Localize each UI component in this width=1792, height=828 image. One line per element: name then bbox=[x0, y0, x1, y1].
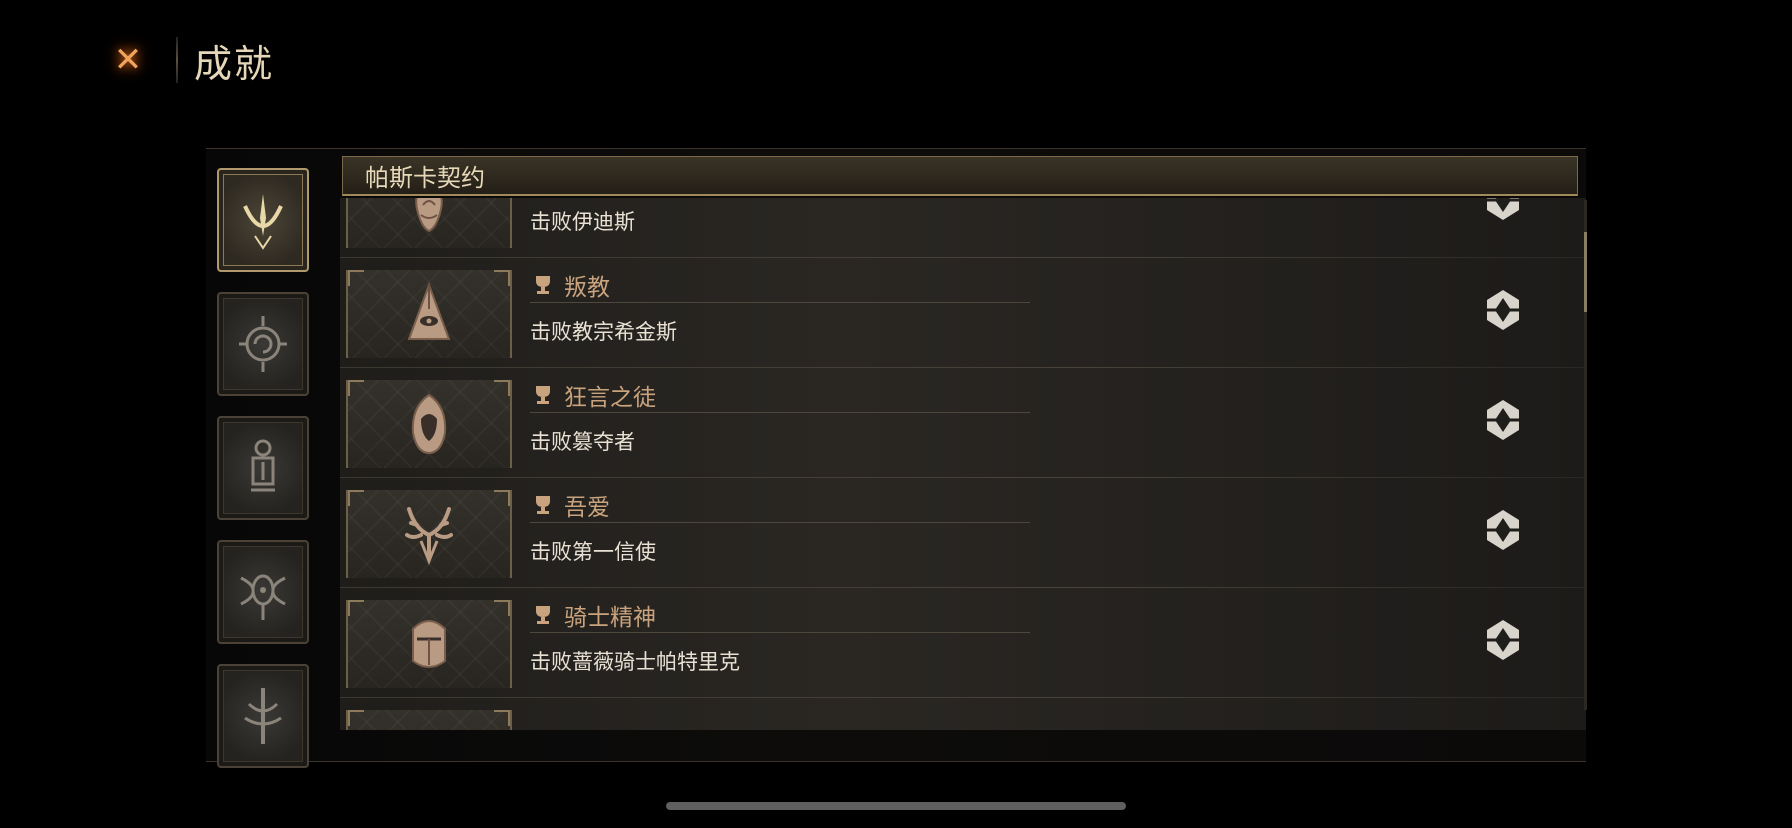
category-tab-3[interactable] bbox=[217, 416, 309, 520]
achievement-thumbnail bbox=[346, 600, 512, 688]
eye-crest-icon bbox=[240, 574, 286, 620]
trophy-icon bbox=[536, 386, 550, 404]
achievement-name: 狂言之徒 bbox=[564, 385, 656, 411]
achievement-name-row: 吾爱 bbox=[530, 488, 1030, 523]
achievement-name: 骑士精神 bbox=[564, 605, 656, 631]
achievement-row[interactable]: 骑士精神 击败蔷薇骑士帕特里克 bbox=[340, 588, 1586, 698]
helmet-icon bbox=[412, 620, 446, 668]
achievement-thumbnail bbox=[346, 380, 512, 468]
achievement-thumbnail bbox=[346, 490, 512, 578]
category-title: 帕斯卡契约 bbox=[365, 164, 485, 192]
achievement-name-row: 狂言之徒 bbox=[530, 378, 1030, 413]
achievement-name: 叛教 bbox=[564, 275, 610, 301]
achievement-thumbnail bbox=[346, 270, 512, 358]
category-tab-2[interactable] bbox=[217, 292, 309, 396]
page-title: 成就 bbox=[194, 41, 275, 86]
category-header: 帕斯卡契约 bbox=[342, 156, 1578, 196]
achievement-row[interactable]: 狂言之徒 击败篡夺者 bbox=[340, 368, 1586, 478]
antlers-icon bbox=[405, 507, 453, 566]
completed-status-icon bbox=[1487, 290, 1519, 330]
trophy-icon bbox=[536, 276, 550, 294]
home-indicator[interactable] bbox=[666, 802, 1126, 810]
achievement-thumbnail bbox=[346, 710, 512, 730]
pascal-crest-icon bbox=[243, 194, 283, 250]
sword-crest-icon bbox=[244, 688, 282, 744]
completed-status-icon bbox=[1487, 620, 1519, 660]
lantern-icon bbox=[251, 439, 275, 492]
category-tab-5[interactable] bbox=[217, 664, 309, 768]
achievement-row[interactable]: 叛教 击败教宗希金斯 bbox=[340, 258, 1586, 368]
completed-status-icon bbox=[1487, 198, 1519, 220]
completed-status-icon bbox=[1487, 510, 1519, 550]
achievement-row[interactable]: 吾爱 击败第一信使 bbox=[340, 478, 1586, 588]
trophy-icon bbox=[536, 606, 550, 624]
achievement-row[interactable]: 击败伊迪斯 bbox=[340, 198, 1586, 258]
category-tab-4[interactable] bbox=[217, 540, 309, 644]
completed-status-icon bbox=[1487, 400, 1519, 440]
flame-skull-icon bbox=[415, 198, 443, 233]
trophy-icon bbox=[536, 496, 550, 514]
achievement-description: 击败教宗希金斯 bbox=[530, 320, 677, 344]
hooded-figure-icon bbox=[411, 393, 447, 455]
scrollbar-thumb[interactable] bbox=[1584, 232, 1587, 312]
achievement-description: 击败篡夺者 bbox=[530, 430, 635, 454]
achievement-name: 吾爱 bbox=[564, 495, 610, 521]
achievement-thumbnail bbox=[346, 198, 512, 248]
category-tab-pascal[interactable] bbox=[217, 168, 309, 272]
top-bar: ✕ 成就 bbox=[100, 30, 274, 90]
achievement-description: 击败蔷薇骑士帕特里克 bbox=[530, 650, 740, 674]
achievement-description: 击败伊迪斯 bbox=[530, 210, 635, 234]
achievement-description: 击败第一信使 bbox=[530, 540, 656, 564]
sun-spiral-icon bbox=[239, 316, 287, 372]
achievement-name-row: 叛教 bbox=[530, 268, 1030, 303]
header-divider bbox=[176, 37, 178, 83]
achievement-name-row: 骑士精神 bbox=[530, 598, 1030, 633]
achievement-row[interactable] bbox=[340, 698, 1586, 730]
close-icon[interactable]: ✕ bbox=[100, 32, 156, 88]
achievement-list[interactable]: 击败伊迪斯 叛教 击败教宗希金斯 狂言之徒 击败篡夺者 吾爱 击败第一信使 骑士… bbox=[340, 198, 1586, 730]
mitre-eye-icon bbox=[407, 282, 451, 340]
